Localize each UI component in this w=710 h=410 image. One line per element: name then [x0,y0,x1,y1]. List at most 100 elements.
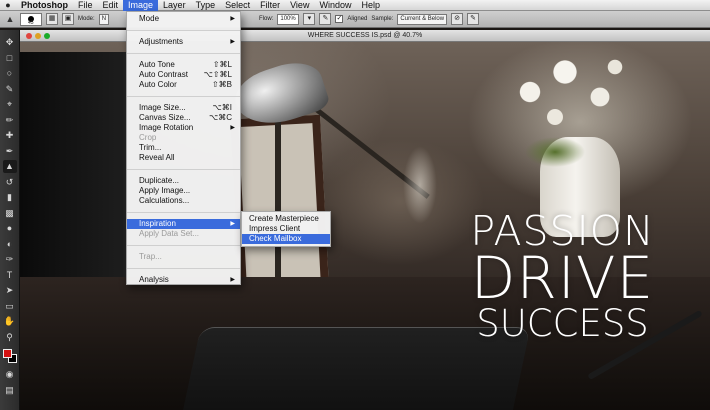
quick-mask-icon[interactable]: ◉ [3,368,17,381]
menu-view[interactable]: View [285,0,314,11]
menu-item-trim[interactable]: Trim... [127,143,240,153]
document-title-bar: WHERE SUCCESS IS.psd @ 40.7% [20,30,710,42]
submenu-item-check-mailbox[interactable]: Check Mailbox [242,234,330,244]
menu-item-mode[interactable]: Mode ▶ [127,14,240,24]
shortcut-auto-tone: ⇧⌘L [212,60,232,69]
quick-selection-tool-icon[interactable]: ✎ [3,83,17,96]
submenu-arrow-icon: ▶ [230,39,235,45]
brush-preset-picker[interactable]: 45 [20,12,42,26]
menu-type[interactable]: Type [191,0,221,11]
menu-filter[interactable]: Filter [255,0,285,11]
menu-item-apply-image[interactable]: Apply Image... [127,186,240,196]
eyedropper-tool-icon[interactable]: ✏ [3,114,17,127]
history-brush-tool-icon[interactable]: ↺ [3,176,17,189]
menu-separator [127,169,240,170]
menu-edit[interactable]: Edit [98,0,124,11]
healing-brush-tool-icon[interactable]: ✚ [3,129,17,142]
document-title: WHERE SUCCESS IS.psd @ 40.7% [307,32,423,39]
slogan-line-success: SUCCESS [476,302,649,346]
clone-stamp-tool-icon[interactable]: ▲ [2,160,17,173]
menu-item-image-size-label: Image Size... [139,103,186,112]
crop-tool-icon[interactable]: ⌖ [3,98,17,111]
aligned-checkbox[interactable]: ✓ [335,15,344,23]
flow-dropdown-icon[interactable]: ▾ [303,13,316,25]
brush-tool-icon[interactable]: ✒ [3,145,17,158]
tools-panel: ✥ □ ○ ✎ ⌖ ✏ ✚ ✒ ▲ ↺ ▮ ▩ ● ◐ ✑ T ➤ ▭ ✋ ⚲ … [0,30,20,410]
menu-image[interactable]: Image [123,0,159,11]
menu-help[interactable]: Help [356,0,385,11]
shortcut-auto-contrast: ⌥⇧⌘L [203,70,232,79]
menu-separator [127,212,240,213]
menu-item-image-size[interactable]: Image Size... ⌥⌘I [127,103,240,113]
lasso-tool-icon[interactable]: ○ [3,67,17,80]
apple-icon[interactable]: ● [0,0,16,10]
shape-tool-icon[interactable]: ▭ [3,300,17,313]
menu-separator [127,268,240,269]
dodge-tool-icon[interactable]: ◐ [3,238,17,251]
screen-mode-icon[interactable]: ▤ [3,384,17,397]
submenu-arrow-icon: ▶ [230,16,235,22]
flow-input[interactable]: 100% [277,13,300,25]
ignore-adjustment-layers-icon[interactable]: ⊘ [451,13,464,25]
menu-item-analysis[interactable]: Analysis ▶ [127,275,240,285]
brush-size: 45 [28,19,34,26]
airbrush-icon[interactable]: ✎ [319,13,332,25]
menu-item-duplicate[interactable]: Duplicate... [127,176,240,186]
menu-item-canvas-size-label: Canvas Size... [139,113,191,122]
clone-source-button[interactable]: ▣ [62,13,74,25]
menu-item-auto-color[interactable]: Auto Color ⇧⌘B [127,80,240,90]
brush-panel-button[interactable]: ▦ [46,13,58,25]
color-swatches[interactable] [2,348,18,364]
menu-item-duplicate-label: Duplicate... [139,176,180,185]
gradient-tool-icon[interactable]: ▩ [3,207,17,220]
menu-item-reveal-all[interactable]: Reveal All [127,153,240,163]
menu-item-crop-label: Crop [139,133,157,142]
marquee-tool-icon[interactable]: □ [3,52,17,65]
minimize-window-icon[interactable] [35,33,41,39]
menu-item-calculations[interactable]: Calculations... [127,196,240,206]
menu-item-adjustments[interactable]: Adjustments ▶ [127,37,240,47]
path-selection-tool-icon[interactable]: ➤ [3,284,17,297]
menu-window[interactable]: Window [314,0,356,11]
eraser-tool-icon[interactable]: ▮ [3,191,17,204]
foreground-color-swatch[interactable] [2,349,12,358]
close-window-icon[interactable] [26,33,32,39]
inspiration-submenu: Create Masterpiece Impress Client Check … [241,211,331,247]
clone-stamp-tool-icon[interactable]: ▲ [4,13,16,25]
window-controls [26,33,50,39]
slogan-line-drive: DRIVE [470,243,655,312]
menu-item-image-rotation[interactable]: Image Rotation ▶ [127,123,240,133]
sample-select[interactable]: Current & Below [397,13,448,25]
menu-item-trap: Trap... [127,252,240,262]
menu-item-auto-color-label: Auto Color [139,80,177,89]
menu-item-inspiration-label: Inspiration [139,219,176,228]
submenu-item-impress-client[interactable]: Impress Client [242,224,330,234]
white-flowers-image [500,42,640,152]
mode-select[interactable]: N [98,13,110,25]
type-tool-icon[interactable]: T [3,269,17,282]
pressure-opacity-icon[interactable]: ✎ [467,13,480,25]
pen-tool-icon[interactable]: ✑ [3,253,17,266]
move-tool-icon[interactable]: ✥ [3,36,17,49]
menu-item-inspiration[interactable]: Inspiration ▶ [127,219,240,229]
menu-select[interactable]: Select [220,0,255,11]
image-menu-dropdown: Mode ▶ Adjustments ▶ Auto Tone ⇧⌘L Auto Con… [126,11,241,285]
blur-tool-icon[interactable]: ● [3,222,17,235]
menu-item-auto-contrast[interactable]: Auto Contrast ⌥⇧⌘L [127,70,240,80]
menu-item-auto-tone[interactable]: Auto Tone ⇧⌘L [127,60,240,70]
hand-tool-icon[interactable]: ✋ [3,315,17,328]
menu-layer[interactable]: Layer [158,0,191,11]
menu-separator [127,53,240,54]
zoom-window-icon[interactable] [44,33,50,39]
menu-item-image-rotation-label: Image Rotation [139,123,194,132]
zoom-tool-icon[interactable]: ⚲ [3,331,17,344]
menu-item-apply-image-label: Apply Image... [139,186,191,195]
submenu-item-create-masterpiece[interactable]: Create Masterpiece [242,214,330,224]
menu-item-canvas-size[interactable]: Canvas Size... ⌥⌘C [127,113,240,123]
shortcut-image-size: ⌥⌘I [212,103,232,112]
menu-file[interactable]: File [73,0,98,11]
menu-separator [127,30,240,31]
menu-item-reveal-all-label: Reveal All [139,153,175,162]
menu-app-photoshop[interactable]: Photoshop [16,0,73,11]
aligned-label: Aligned [347,16,368,22]
